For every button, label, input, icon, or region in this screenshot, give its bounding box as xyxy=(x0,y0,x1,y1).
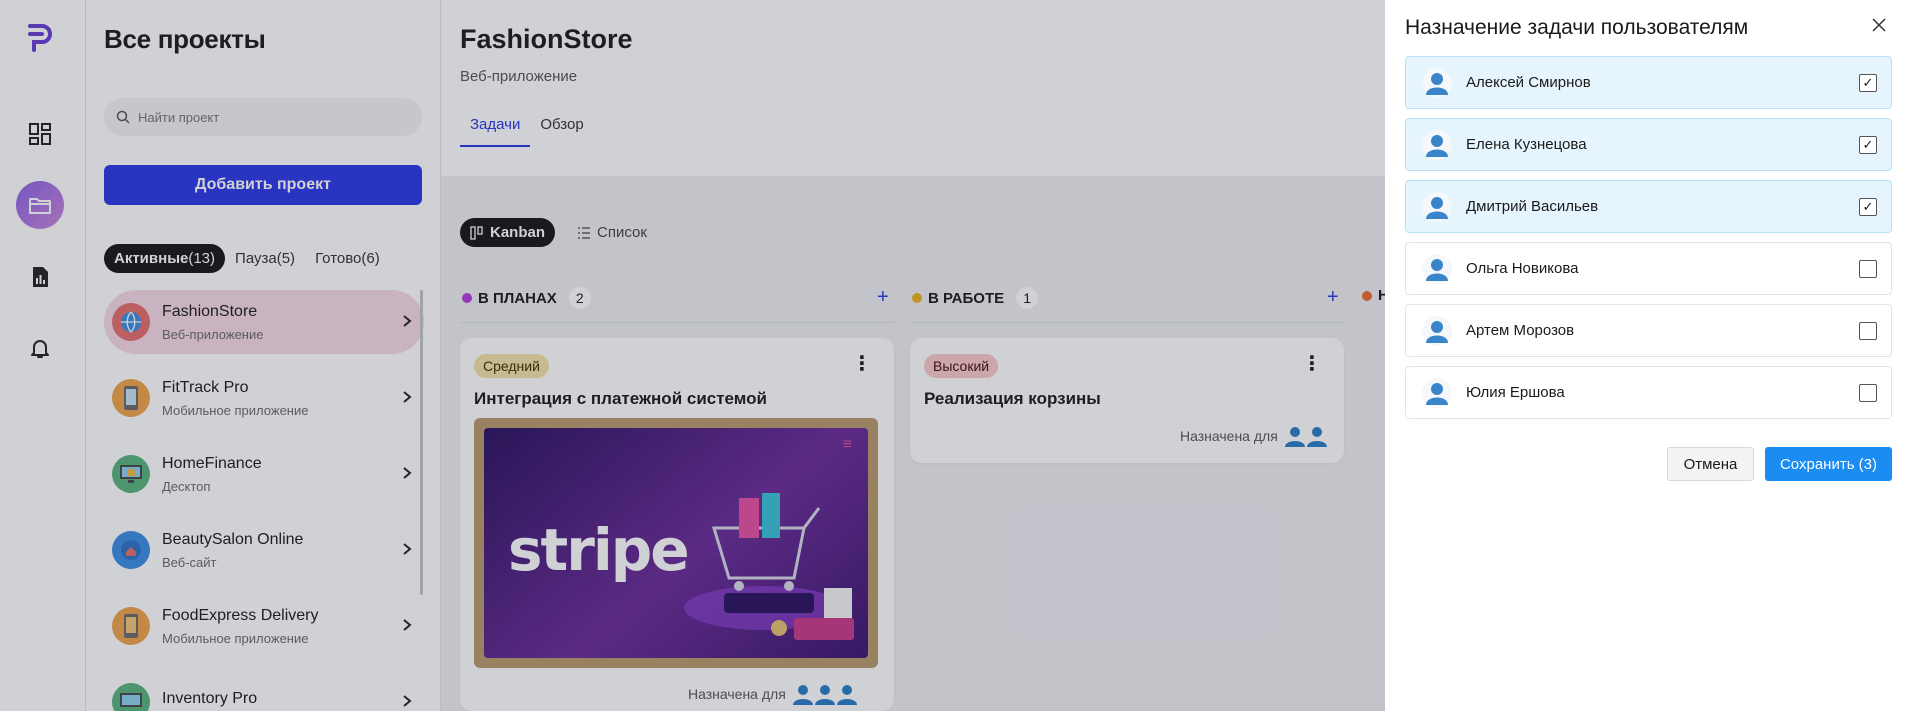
user-avatar-icon xyxy=(1422,67,1452,98)
user-avatar-icon xyxy=(1422,377,1452,408)
user-checkbox[interactable]: ✓ xyxy=(1859,198,1877,216)
user-avatar-icon xyxy=(1422,191,1452,222)
close-icon[interactable] xyxy=(1872,18,1886,32)
user-row[interactable]: Ольга Новикова xyxy=(1405,242,1892,295)
user-checkbox[interactable]: ✓ xyxy=(1859,74,1877,92)
assign-users-panel: Назначение задачи пользователям Алексей … xyxy=(1385,0,1910,711)
modal-title: Назначение задачи пользователям xyxy=(1405,16,1749,39)
user-row[interactable]: Алексей Смирнов ✓ xyxy=(1405,56,1892,109)
user-row[interactable]: Елена Кузнецова ✓ xyxy=(1405,118,1892,171)
user-checkbox[interactable] xyxy=(1859,260,1877,278)
user-name: Дмитрий Васильев xyxy=(1466,198,1599,215)
save-button[interactable]: Сохранить (3) xyxy=(1765,447,1892,481)
modal-backdrop[interactable] xyxy=(0,0,1385,711)
user-name: Алексей Смирнов xyxy=(1466,74,1591,91)
cancel-button[interactable]: Отмена xyxy=(1667,447,1754,481)
user-checkbox[interactable] xyxy=(1859,384,1877,402)
user-checkbox[interactable] xyxy=(1859,322,1877,340)
user-checkbox[interactable]: ✓ xyxy=(1859,136,1877,154)
user-avatar-icon xyxy=(1422,253,1452,284)
user-row[interactable]: Артем Морозов xyxy=(1405,304,1892,357)
user-name: Елена Кузнецова xyxy=(1466,136,1587,153)
user-list: Алексей Смирнов ✓ Елена Кузнецова ✓ Дмит… xyxy=(1405,56,1892,428)
user-row[interactable]: Юлия Ершова xyxy=(1405,366,1892,419)
user-avatar-icon xyxy=(1422,315,1452,346)
user-name: Юлия Ершова xyxy=(1466,384,1565,401)
user-avatar-icon xyxy=(1422,129,1452,160)
user-name: Ольга Новикова xyxy=(1466,260,1579,277)
user-name: Артем Морозов xyxy=(1466,322,1575,339)
user-row[interactable]: Дмитрий Васильев ✓ xyxy=(1405,180,1892,233)
